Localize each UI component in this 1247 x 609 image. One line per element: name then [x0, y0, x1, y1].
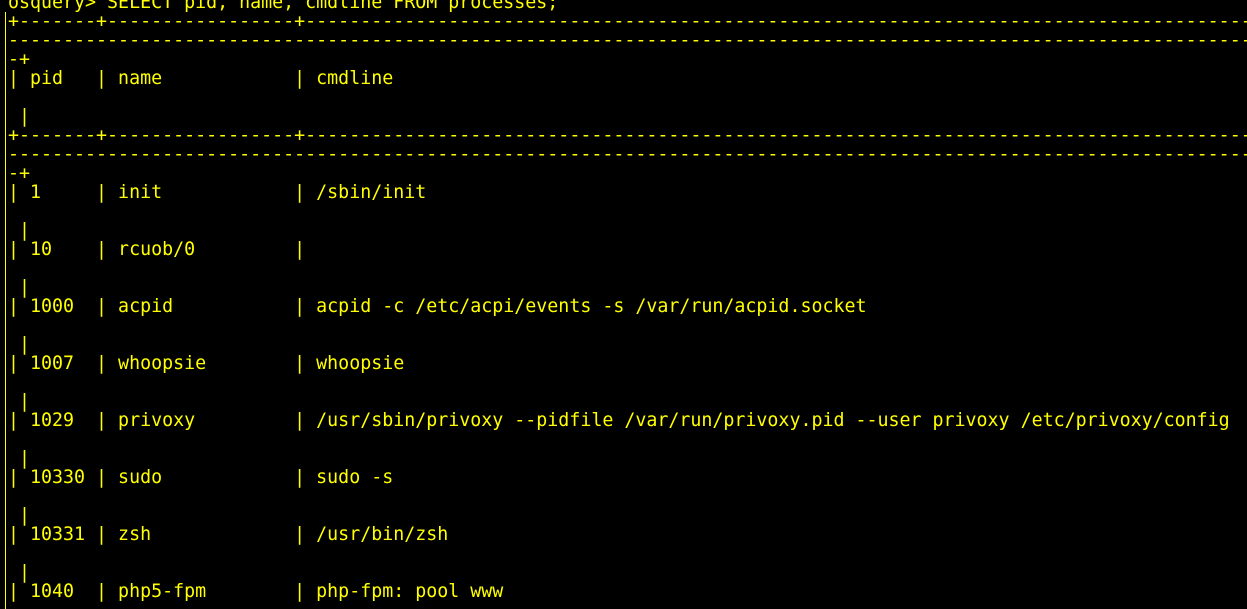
table-row: | 10331 | zsh | /usr/bin/zsh: [8, 524, 449, 545]
table-row: | 1 | init | /sbin/init: [8, 182, 427, 203]
table-top-border-close: -+: [8, 49, 31, 70]
table-row: | 1000 | acpid | acpid -c /etc/acpi/even…: [8, 296, 867, 317]
table-row: | 1040 | php5-fpm | php-fpm: pool www: [8, 581, 504, 602]
table-header-row: | pid | name | cmdline: [8, 68, 394, 89]
table-row-trailing-bar: |: [8, 448, 31, 469]
table-row-trailing-bar: |: [8, 391, 31, 412]
table-row: | 10330 | sudo | sudo -s: [8, 467, 394, 488]
table-row-trailing-bar: |: [8, 505, 31, 526]
table-top-border: +-------+-----------------+-------------…: [8, 11, 1247, 32]
table-header-border: +-------+-----------------+-------------…: [8, 125, 1247, 146]
table-header-trailing-bar: |: [8, 106, 31, 127]
table-row: | 1007 | whoopsie | whoopsie: [8, 353, 405, 374]
terminal-window[interactable]: osquery> SELECT pid, name, cmdline FROM …: [0, 0, 1247, 609]
table-header-border-close: -+: [8, 163, 31, 184]
table-top-border-wrap: ----------------------------------------…: [8, 30, 1247, 51]
left-border-bar: [5, 12, 6, 609]
table-header-border-wrap: ----------------------------------------…: [8, 144, 1247, 165]
table-row-trailing-bar: |: [8, 334, 31, 355]
table-row: | 10 | rcuob/0 |: [8, 239, 306, 260]
table-row: | 1029 | privoxy | /usr/sbin/privoxy --p…: [8, 410, 1230, 431]
table-row-trailing-bar: |: [8, 562, 31, 583]
table-row-trailing-bar: |: [8, 220, 31, 241]
table-row-trailing-bar: |: [8, 277, 31, 298]
